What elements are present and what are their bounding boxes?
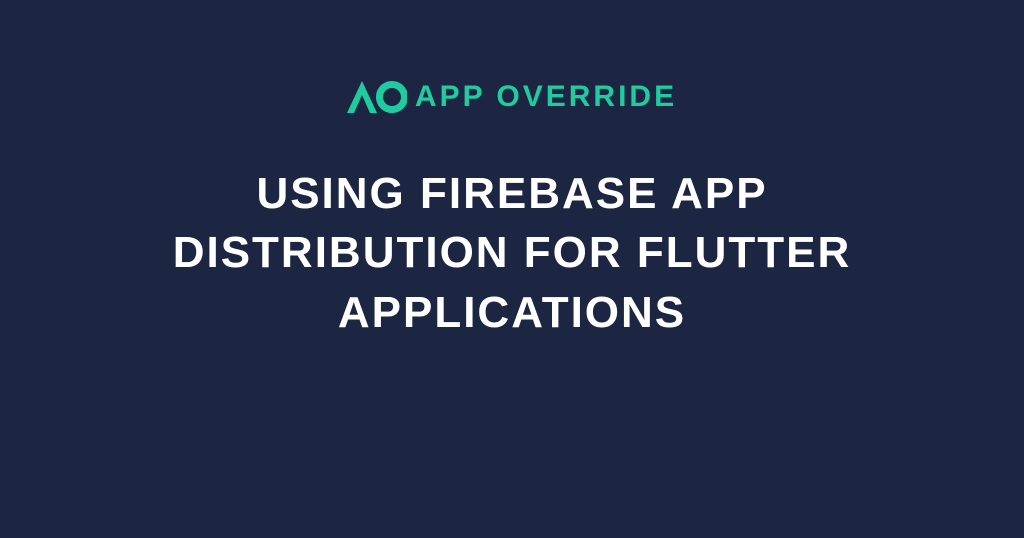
page-headline: USING FIREBASE APP DISTRIBUTION FOR FLUT… (112, 164, 912, 342)
brand-logo-container: APP OVERRIDE (347, 80, 677, 114)
brand-logo-mark-icon (347, 81, 407, 113)
brand-name: APP OVERRIDE (415, 80, 677, 114)
